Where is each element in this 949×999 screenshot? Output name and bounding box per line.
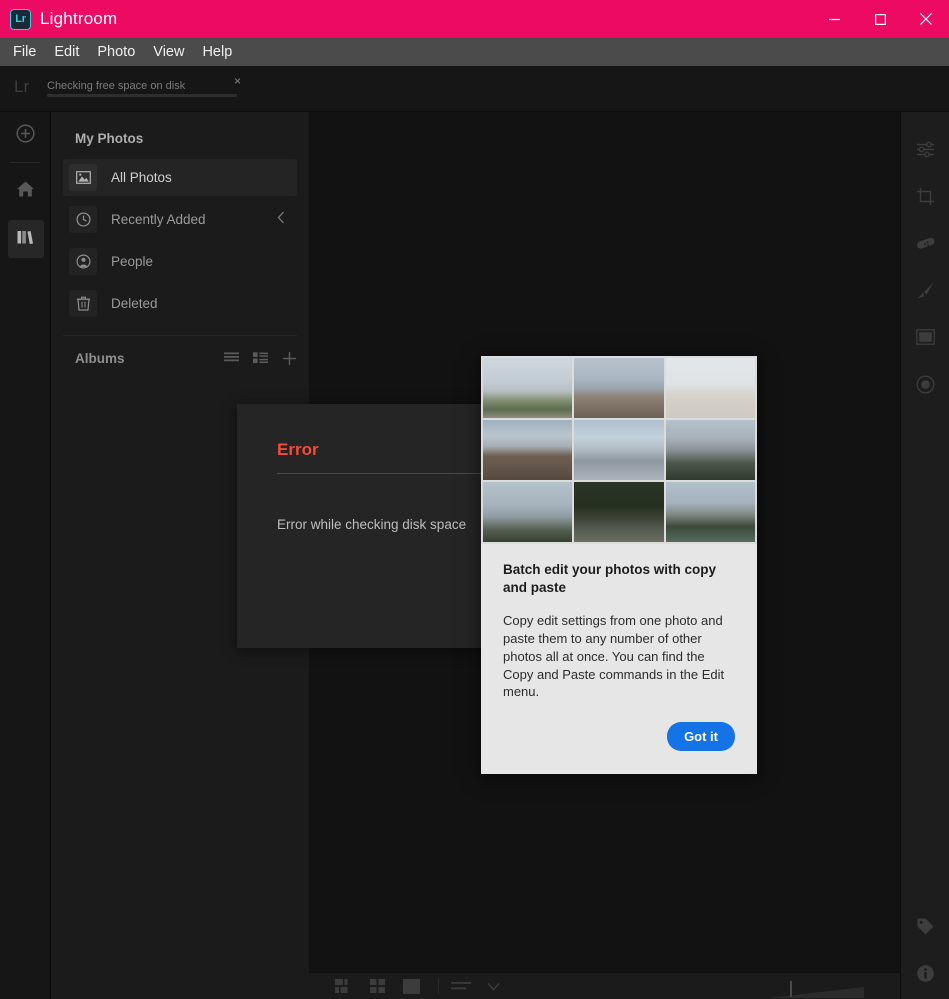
zoom-slider[interactable] [768,981,864,999]
masking-button[interactable] [901,316,949,363]
top-toolbar: Lr Checking free space on disk × Search … [0,66,949,172]
menu-help[interactable]: Help [193,38,241,66]
albums-actions [224,351,297,366]
thumbnail-rock-tidepool [574,420,664,480]
masking-icon [916,329,935,350]
progress-track [47,94,237,97]
minimize-button[interactable] [811,0,857,38]
title-bar: Lr Lightroom [0,0,949,38]
thumbnail-coastal-cliff [483,482,573,542]
coachmark-thumbnail-grid [481,356,757,544]
brush-icon [916,281,935,305]
thumbnail-couple-on-beach [665,358,755,418]
lightroom-window: Lr Lightroom File Edit Photo View Help L… [0,0,949,999]
panel-heading-my-photos: My Photos [75,131,144,146]
radial-gradient-button[interactable] [901,363,949,410]
plus-circle-icon [16,124,35,148]
maximize-button[interactable] [857,0,903,38]
coachmark-footer: Got it [667,722,735,751]
grid-square-view-icon[interactable] [370,978,387,994]
menu-bar: File Edit Photo View Help [0,38,949,66]
crop-rotate-icon [916,187,935,211]
thumbnail-foggy-coastline [665,420,755,480]
logo-text: Lr [15,13,26,25]
sidebar-item-label: All Photos [111,170,172,185]
chevron-down-icon[interactable] [487,982,500,991]
albums-section-header: Albums [51,336,309,380]
add-album-icon[interactable] [282,351,297,366]
info-icon [916,964,935,988]
close-button[interactable] [903,0,949,38]
thumbnail-lake-overlook [665,482,755,542]
status-label: Checking free space on disk [47,80,186,92]
menu-photo[interactable]: Photo [88,38,144,66]
window-controls [811,0,949,38]
thumbnail-beach-dunes [483,358,573,418]
thumbnail-forest-road [574,482,664,542]
edit-sliders-icon [916,141,935,163]
bottom-toolbar [309,972,900,999]
sort-icon[interactable] [451,981,471,992]
rail-home-button[interactable] [0,167,51,215]
healing-brush-icon [916,236,936,255]
right-rail-bottom-tools [901,905,949,999]
sidebar-item-all-photos[interactable]: All Photos [63,159,297,196]
list-view-icon[interactable] [224,352,239,364]
coachmark-text: Copy edit settings from one photo and pa… [503,613,725,700]
trash-icon [69,290,97,317]
info-button[interactable] [901,952,949,999]
single-photo-view-icon[interactable] [403,978,420,994]
menu-file[interactable]: File [4,38,45,66]
bottom-divider [438,978,439,994]
healing-button[interactable] [901,222,949,269]
tag-button[interactable] [901,905,949,952]
got-it-button[interactable]: Got it [667,722,735,751]
library-books-icon [16,228,35,251]
home-icon [16,180,35,203]
clock-icon [69,206,97,233]
left-icon-rail [0,112,51,999]
coachmark-popup: Batch edit your photos with copy and pas… [481,356,757,774]
photo-icon [69,164,97,191]
menu-edit[interactable]: Edit [45,38,88,66]
sidebar-item-recently-added[interactable]: Recently Added [63,201,297,238]
sidebar-item-label: Deleted [111,296,158,311]
rail-library-button[interactable] [0,215,51,263]
grid-detail-view-icon[interactable] [335,978,354,994]
chevron-left-icon[interactable] [277,211,285,229]
app-title: Lightroom [40,9,118,28]
tag-icon [916,917,935,941]
sidebar-item-people[interactable]: People [63,243,297,280]
coachmark-heading: Batch edit your photos with copy and pas… [503,562,717,596]
crop-button[interactable] [901,175,949,222]
thumbnail-person-walking [483,420,573,480]
person-icon [69,248,97,275]
radial-gradient-icon [916,375,935,399]
sidebar-item-label: People [111,254,154,269]
coachmark-body: Batch edit your photos with copy and pas… [481,544,757,701]
sidebar-item-deleted[interactable]: Deleted [63,285,297,322]
right-tool-rail [900,112,949,999]
lightroom-logo-icon: Lr [10,8,31,30]
toolbar-lr-mark: Lr [14,77,30,96]
menu-view[interactable]: View [144,38,193,66]
albums-title: Albums [75,350,125,366]
edit-sliders-button[interactable] [901,128,949,175]
detail-view-icon[interactable] [253,352,268,364]
rail-add-photos-button[interactable] [0,112,51,160]
nav-list: All Photos Recently Added People Deleted [51,159,309,322]
status-close-icon[interactable]: × [234,75,241,87]
rail-divider [10,162,40,163]
thumbnail-beach-shoreline [574,358,664,418]
status-progress: Checking free space on disk × [47,75,243,97]
brush-button[interactable] [901,269,949,316]
sidebar-item-label: Recently Added [111,212,206,227]
rail-library-active[interactable] [7,220,44,258]
